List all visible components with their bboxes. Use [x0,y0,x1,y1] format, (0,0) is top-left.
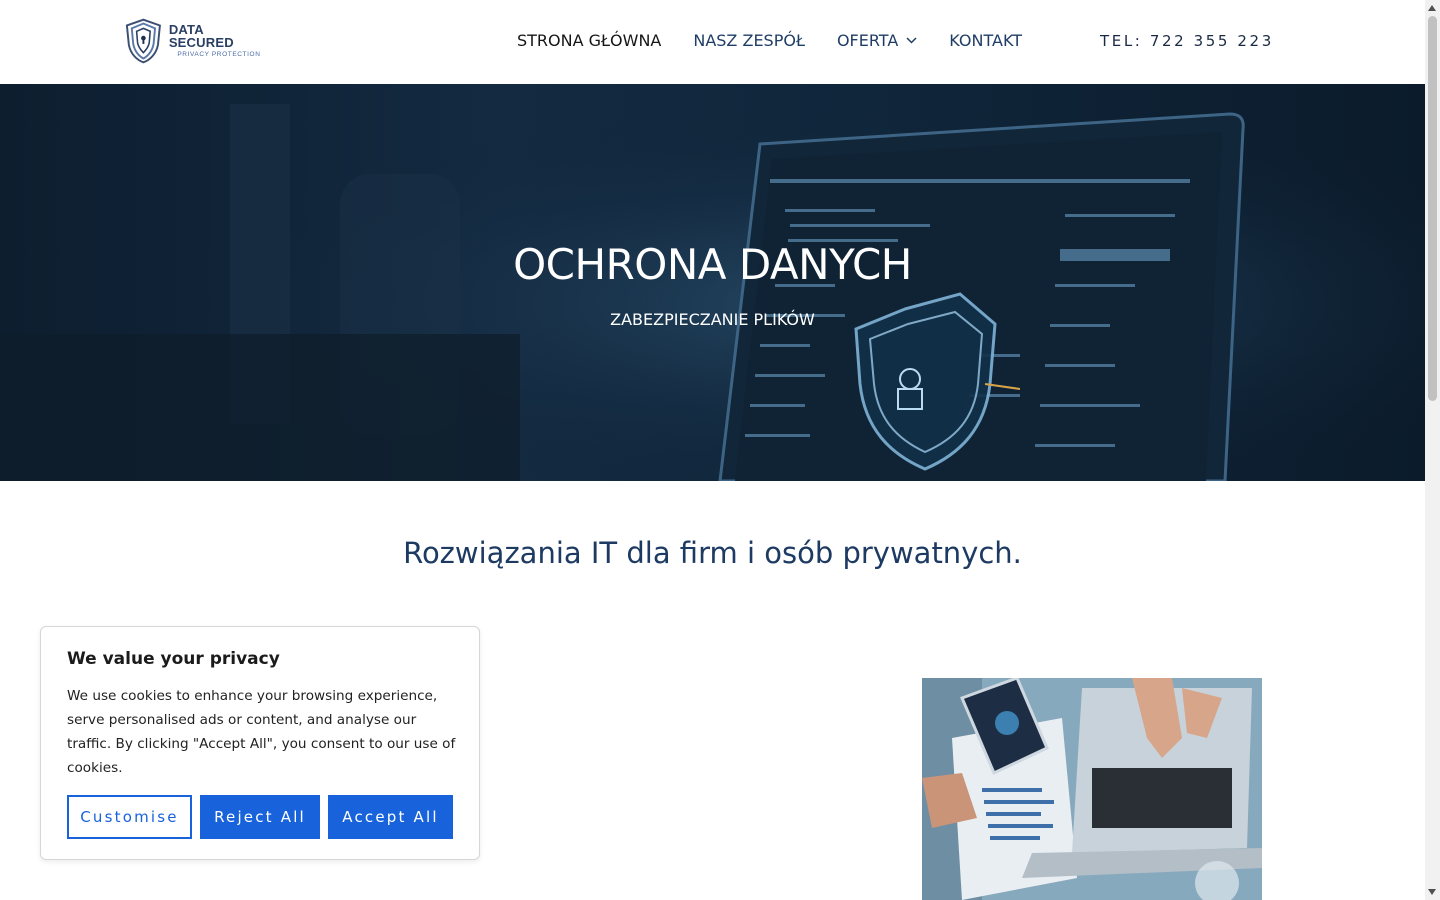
laptop-tablet-image [922,678,1262,900]
customise-button[interactable]: Customise [67,795,192,839]
office-laptop-photo [922,678,1262,900]
nav-item-kontakt[interactable]: KONTAKT [949,31,1022,50]
scroll-down-arrow-icon[interactable] [1428,889,1436,895]
cookie-title: We value your privacy [67,649,280,669]
hero-subtitle: ZABEZPIECZANIE PLIKÓW [610,310,815,329]
nav-item-label: OFERTA [836,31,899,50]
cookie-description: We use cookies to enhance your browsing … [67,688,456,776]
site-header: DATA SECURED PRIVACY PROTECTION STRONA G… [0,0,1425,85]
nav-item-nasz-zespol[interactable]: NASZ ZESPÓŁ [693,31,805,50]
accept-all-button[interactable]: Accept All [328,795,453,839]
nav-item-label: KONTAKT [949,31,1022,50]
logo-title: DATA SECURED [168,22,234,51]
chevron-down-icon [906,37,917,44]
scrollbar-thumb[interactable] [1428,16,1437,401]
nav-item-label: STRONA GŁÓWNA [517,31,662,50]
site-logo[interactable]: DATA SECURED PRIVACY PROTECTION [124,16,269,66]
hero-title: OCHRONA DANYCH [513,240,912,289]
nav-item-label: NASZ ZESPÓŁ [693,31,805,50]
hero-banner: OCHRONA DANYCH ZABEZPIECZANIE PLIKÓW [0,84,1425,481]
scroll-up-arrow-icon[interactable] [1428,5,1436,11]
main-nav: STRONA GŁÓWNA NASZ ZESPÓŁ OFERTA KONTAKT [517,31,1054,50]
logo-subtitle: PRIVACY PROTECTION [177,51,261,59]
page-scrollbar[interactable] [1425,0,1440,900]
cookie-consent-banner: We value your privacy We use cookies to … [40,626,480,860]
nav-item-strona-glowna[interactable]: STRONA GŁÓWNA [517,31,661,50]
phone-number[interactable]: TEL: 722 355 223 [1100,32,1274,50]
reject-all-button[interactable]: Reject All [200,795,320,839]
nav-item-oferta[interactable]: OFERTA [837,31,917,50]
shield-lock-logo-icon [125,18,161,64]
section-title: Rozwiązania IT dla firm i osób prywatnyc… [403,536,1022,570]
